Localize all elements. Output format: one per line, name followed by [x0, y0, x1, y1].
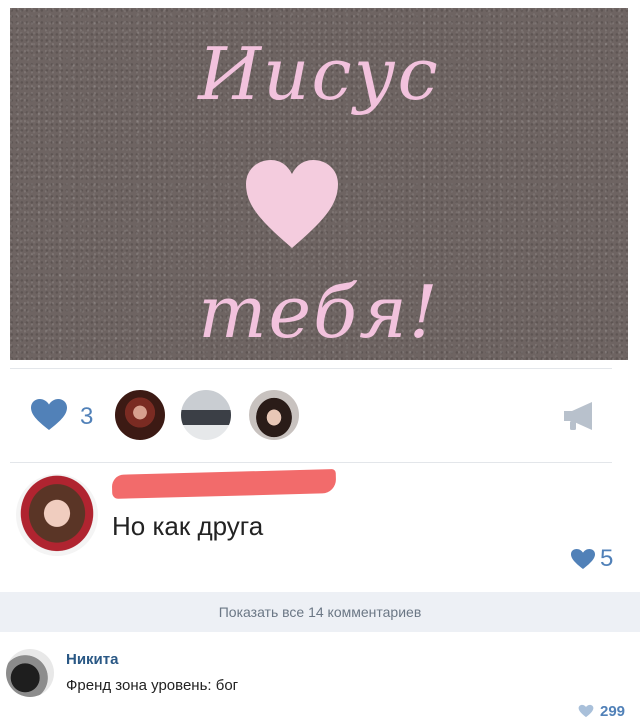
comment-like-count[interactable]: 299	[600, 703, 625, 720]
redacted-author-name	[111, 469, 337, 499]
like-icon[interactable]	[30, 398, 68, 432]
comment-text: Френд зона уровень: бог	[66, 677, 239, 694]
divider	[10, 462, 612, 463]
like-count[interactable]: 3	[80, 403, 93, 431]
photo-caption-line1: Иисус	[198, 32, 440, 116]
like-icon[interactable]	[578, 704, 594, 718]
liker-avatar[interactable]	[178, 387, 234, 443]
commenter-avatar[interactable]	[16, 474, 98, 556]
photo-caption-line3: тебя!	[198, 270, 440, 354]
liker-avatar[interactable]	[246, 387, 302, 443]
comment-like-count[interactable]: 5	[600, 545, 613, 573]
show-all-comments-button[interactable]: Показать все 14 комментариев	[0, 592, 640, 632]
post-photo[interactable]: Иисус тебя!	[10, 8, 628, 360]
divider	[10, 368, 612, 369]
comment-text: Но как друга	[112, 511, 264, 541]
megaphone-icon[interactable]	[562, 400, 598, 432]
comment-author-name[interactable]: Никита	[66, 651, 118, 668]
commenter-avatar[interactable]	[6, 649, 54, 697]
heart-icon	[246, 160, 338, 248]
liker-avatar[interactable]	[112, 387, 168, 443]
like-icon[interactable]	[570, 548, 596, 570]
